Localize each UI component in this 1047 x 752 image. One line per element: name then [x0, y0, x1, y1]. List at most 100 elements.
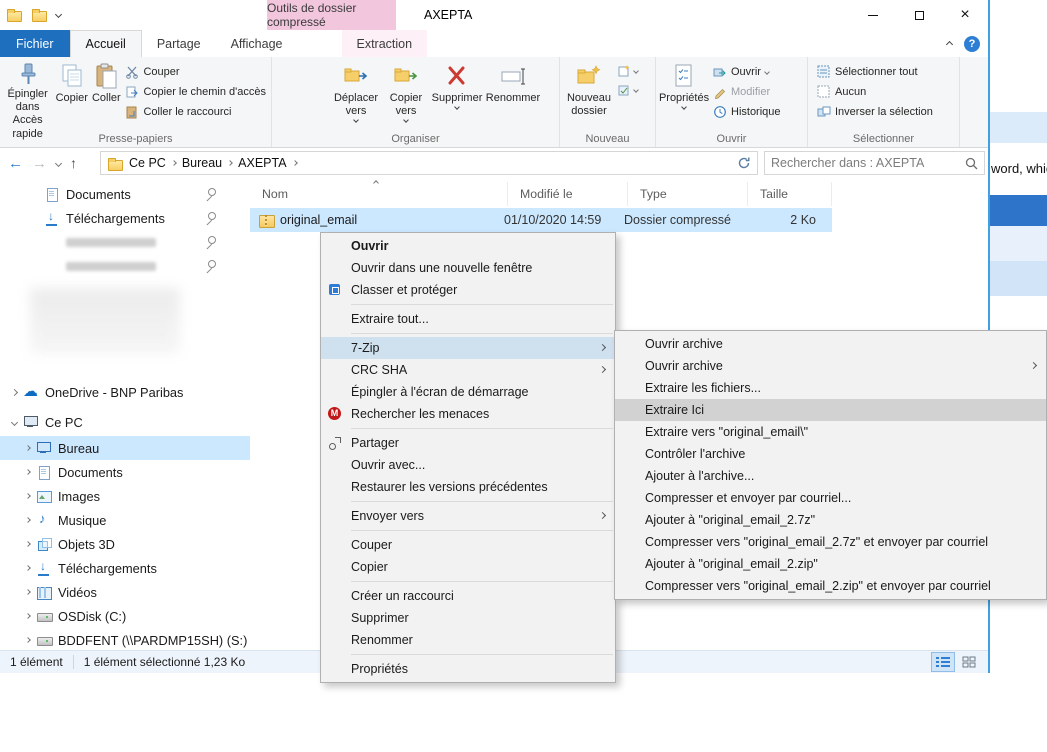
sidebar-item[interactable]: Téléchargements — [0, 206, 250, 230]
pin-to-quick-access-button[interactable]: Épingler dans Accès rapide — [2, 59, 53, 133]
copy-path-button[interactable]: Copier le chemin d'accès — [122, 82, 269, 102]
context-menu-item[interactable]: Partager — [321, 432, 615, 454]
minimize-button[interactable] — [850, 0, 896, 30]
tab-fichier[interactable]: Fichier — [0, 30, 70, 57]
sidebar-item[interactable] — [0, 230, 250, 254]
sidebar-item[interactable]: Bureau — [0, 436, 250, 460]
sidebar-item[interactable]: Musique — [0, 508, 250, 532]
sidebar-item[interactable]: BDDFENT (\\PARDMP15SH) (S:) — [0, 628, 250, 652]
context-menu-item[interactable]: 7-Zip — [321, 337, 615, 359]
context-menu-item[interactable]: Propriétés — [321, 658, 615, 680]
sidebar-item[interactable]: Documents — [0, 182, 250, 206]
expand-icon[interactable] — [25, 541, 31, 547]
sidebar-item[interactable]: Documents — [0, 460, 250, 484]
search-input[interactable] — [765, 156, 959, 170]
breadcrumb-item[interactable]: Bureau — [176, 156, 228, 170]
invert-selection-button[interactable]: Inverser la sélection — [814, 102, 936, 122]
open-button[interactable]: Ouvrir — [710, 62, 784, 82]
submenu-item[interactable]: Extraire Ici — [615, 399, 1046, 421]
select-all-button[interactable]: Sélectionner tout — [814, 62, 936, 82]
submenu-item[interactable]: Ajouter à "original_email_2.zip" — [615, 553, 1046, 575]
paste-button[interactable]: Coller — [90, 59, 122, 133]
context-menu-item[interactable]: Rechercher les menaces — [321, 403, 615, 425]
quick-access-toolbar-icon[interactable] — [31, 7, 47, 22]
sidebar-item[interactable] — [0, 254, 250, 278]
thumbnails-view-button[interactable] — [958, 653, 980, 671]
breadcrumb-item[interactable]: AXEPTA — [232, 156, 292, 170]
submenu-item[interactable]: Compresser vers "original_email_2.7z" et… — [615, 531, 1046, 553]
pin-icon[interactable] — [205, 235, 218, 248]
easy-access-button[interactable] — [616, 81, 640, 98]
address-bar[interactable]: Ce PC Bureau AXEPTA — [100, 151, 758, 175]
context-menu-item[interactable]: Supprimer — [321, 607, 615, 629]
submenu-item[interactable]: Compresser et envoyer par courriel... — [615, 487, 1046, 509]
submenu-item[interactable]: Contrôler l'archive — [615, 443, 1046, 465]
cut-button[interactable]: Couper — [122, 62, 269, 82]
expand-icon[interactable] — [25, 565, 31, 571]
collapse-ribbon-icon[interactable] — [946, 40, 953, 47]
submenu-item[interactable]: Ajouter à l'archive... — [615, 465, 1046, 487]
qat-dropdown-icon[interactable] — [55, 11, 62, 18]
context-menu-item[interactable]: Renommer — [321, 629, 615, 651]
select-none-button[interactable]: Aucun — [814, 82, 936, 102]
tab-partage[interactable]: Partage — [142, 30, 216, 57]
submenu-item[interactable]: Extraire vers "original_email\" — [615, 421, 1046, 443]
delete-button[interactable]: Supprimer — [430, 59, 484, 133]
context-menu-item[interactable]: CRC SHA — [321, 359, 615, 381]
move-to-button[interactable]: Déplacer vers — [330, 59, 382, 133]
tab-extraction[interactable]: Extraction — [342, 30, 428, 57]
context-menu-item[interactable]: Ouvrir avec... — [321, 454, 615, 476]
pin-icon[interactable] — [205, 259, 218, 272]
submenu-item[interactable]: Ouvrir archive — [615, 333, 1046, 355]
collapse-icon[interactable] — [11, 418, 18, 425]
context-menu-item[interactable]: Classer et protéger — [321, 279, 615, 301]
copy-to-button[interactable]: Copier vers — [382, 59, 430, 133]
context-menu-item[interactable]: Créer un raccourci — [321, 585, 615, 607]
file-row[interactable]: original_email 01/10/2020 14:59 Dossier … — [250, 208, 832, 232]
column-header[interactable]: Type — [628, 182, 748, 206]
expand-icon[interactable] — [25, 469, 31, 475]
search-icon[interactable] — [959, 157, 984, 170]
details-view-button[interactable] — [932, 653, 954, 671]
sidebar-item[interactable]: Téléchargements — [0, 556, 250, 580]
history-button[interactable]: Historique — [710, 102, 784, 122]
pin-icon[interactable] — [205, 187, 218, 200]
sidebar-item[interactable]: OSDisk (C:) — [0, 604, 250, 628]
submenu-item[interactable]: Extraire les fichiers... — [615, 377, 1046, 399]
submenu-item[interactable]: Ouvrir archive — [615, 355, 1046, 377]
copy-button[interactable]: Copier — [53, 59, 90, 133]
up-button[interactable] — [70, 155, 77, 171]
context-menu-item[interactable]: Ouvrir — [321, 235, 615, 257]
breadcrumb-item[interactable]: Ce PC — [123, 156, 172, 170]
expand-icon[interactable] — [25, 517, 31, 523]
expand-icon[interactable] — [11, 388, 18, 395]
tab-affichage[interactable]: Affichage — [216, 30, 298, 57]
context-menu-item[interactable]: Copier — [321, 556, 615, 578]
back-button[interactable] — [8, 155, 23, 172]
expand-icon[interactable] — [25, 445, 31, 451]
forward-button[interactable] — [32, 155, 47, 172]
context-menu-item[interactable]: Extraire tout... — [321, 308, 615, 330]
paste-shortcut-button[interactable]: Coller le raccourci — [122, 102, 269, 122]
edit-button[interactable]: Modifier — [710, 82, 784, 102]
refresh-button[interactable] — [737, 156, 751, 170]
sidebar-item[interactable]: Objets 3D — [0, 532, 250, 556]
recent-locations-icon[interactable] — [55, 159, 62, 166]
context-menu-item[interactable]: Épingler à l'écran de démarrage — [321, 381, 615, 403]
expand-icon[interactable] — [25, 637, 31, 643]
submenu-item[interactable]: Compresser vers "original_email_2.zip" e… — [615, 575, 1046, 597]
column-header[interactable]: Nom — [250, 182, 508, 206]
maximize-button[interactable] — [896, 0, 942, 30]
expand-icon[interactable] — [25, 589, 31, 595]
column-header[interactable]: Taille — [748, 182, 832, 206]
context-menu-item[interactable]: Ouvrir dans une nouvelle fenêtre — [321, 257, 615, 279]
context-menu-item[interactable]: Envoyer vers — [321, 505, 615, 527]
properties-button[interactable]: Propriétés — [658, 59, 710, 133]
breadcrumb-separator-icon[interactable] — [292, 160, 298, 166]
submenu-item[interactable]: Ajouter à "original_email_2.7z" — [615, 509, 1046, 531]
pin-icon[interactable] — [205, 211, 218, 224]
close-button[interactable] — [942, 0, 988, 30]
help-icon[interactable]: ? — [964, 36, 980, 52]
sidebar-item[interactable]: Vidéos — [0, 580, 250, 604]
column-header[interactable]: Modifié le — [508, 182, 628, 206]
